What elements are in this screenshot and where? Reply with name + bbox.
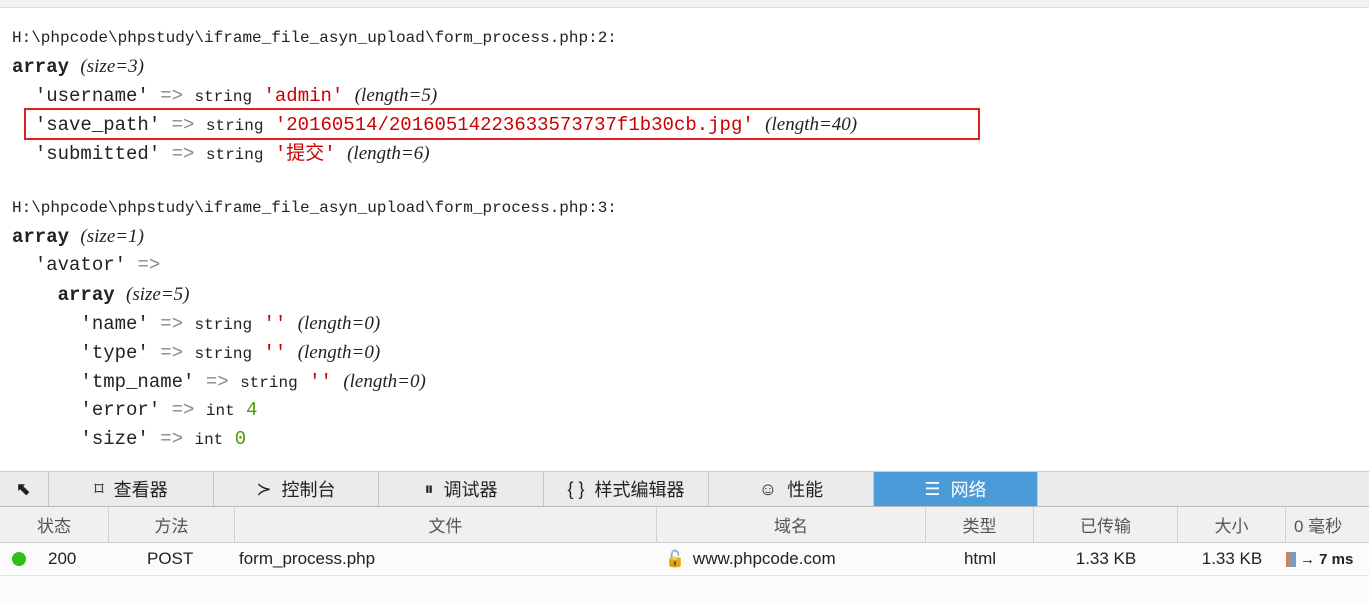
tab-debugger[interactable]: ⏸ 调试器 bbox=[379, 472, 544, 506]
dump-path: H:\phpcode\phpstudy\iframe_file_asyn_upl… bbox=[12, 29, 617, 47]
tab-console[interactable]: ≻ 控制台 bbox=[214, 472, 379, 506]
network-icon: ☰ bbox=[924, 478, 941, 499]
console-icon: ≻ bbox=[256, 478, 272, 499]
dump-entry: 'submitted' => string '提交' (length=6) bbox=[34, 143, 430, 165]
request-transferred: 1.33 KB bbox=[1075, 549, 1137, 568]
request-domain: www.phpcode.com bbox=[692, 549, 836, 568]
braces-icon: { } bbox=[567, 478, 585, 499]
devtools-toolbar: ⬉ ⌑ 查看器 ≻ 控制台 ⏸ 调试器 { } 样式编辑器 ☺ 性能 ☰ 网络 bbox=[0, 471, 1369, 507]
dump-entry: 'tmp_name' => string '' (length=0) bbox=[80, 371, 426, 393]
timing-bar bbox=[1286, 551, 1296, 567]
empty-area bbox=[0, 577, 1369, 603]
request-type: html bbox=[963, 549, 997, 568]
request-size: 1.33 KB bbox=[1201, 549, 1263, 568]
status-dot-icon bbox=[12, 552, 26, 566]
tab-performance[interactable]: ☺ 性能 bbox=[709, 472, 874, 506]
request-method: POST bbox=[147, 549, 194, 568]
request-row[interactable]: 200 POST form_process.php 🔓 www.phpcode.c… bbox=[0, 543, 1369, 576]
request-timing: → 7 ms bbox=[1300, 550, 1354, 568]
picker-icon: ⬉ bbox=[16, 478, 32, 499]
array-keyword: array bbox=[12, 56, 70, 78]
col-file[interactable]: 文件 bbox=[235, 507, 657, 542]
col-transferred[interactable]: 已传输 bbox=[1034, 507, 1178, 542]
tab-network[interactable]: ☰ 网络 bbox=[874, 472, 1038, 506]
element-picker-button[interactable]: ⬉ bbox=[0, 472, 49, 506]
debugger-icon: ⏸ bbox=[424, 478, 434, 499]
dump-path: H:\phpcode\phpstudy\iframe_file_asyn_upl… bbox=[12, 199, 617, 217]
inspector-icon: ⌑ bbox=[94, 478, 104, 499]
col-domain[interactable]: 域名 bbox=[657, 507, 926, 542]
col-type[interactable]: 类型 bbox=[926, 507, 1034, 542]
col-size[interactable]: 大小 bbox=[1178, 507, 1286, 542]
network-table-header: 状态 方法 文件 域名 类型 已传输 大小 0 毫秒 bbox=[0, 507, 1369, 543]
tab-style-editor[interactable]: { } 样式编辑器 bbox=[544, 472, 709, 506]
col-method[interactable]: 方法 bbox=[109, 507, 235, 542]
col-timeline[interactable]: 0 毫秒 bbox=[1286, 507, 1369, 542]
dump-entry: 'size' => int 0 bbox=[80, 428, 247, 450]
request-file: form_process.php bbox=[239, 549, 376, 568]
col-status[interactable]: 状态 bbox=[0, 507, 109, 542]
dump-entry: 'type' => string '' (length=0) bbox=[80, 342, 381, 364]
dump-entry: 'username' => string 'admin' (length=5) bbox=[34, 85, 438, 107]
insecure-lock-icon: 🔓 bbox=[665, 551, 685, 568]
performance-icon: ☺ bbox=[758, 478, 778, 499]
dump-entry: 'error' => int 4 bbox=[80, 399, 258, 421]
status-code: 200 bbox=[48, 549, 77, 568]
dump-entry: 'name' => string '' (length=0) bbox=[80, 313, 381, 335]
highlight-box bbox=[24, 108, 980, 140]
var-dump-output: H:\phpcode\phpstudy\iframe_file_asyn_upl… bbox=[12, 24, 857, 454]
tab-inspector[interactable]: ⌑ 查看器 bbox=[49, 472, 214, 506]
browser-toolbar-strip bbox=[0, 0, 1369, 8]
array-size: (size=3) bbox=[80, 56, 144, 77]
